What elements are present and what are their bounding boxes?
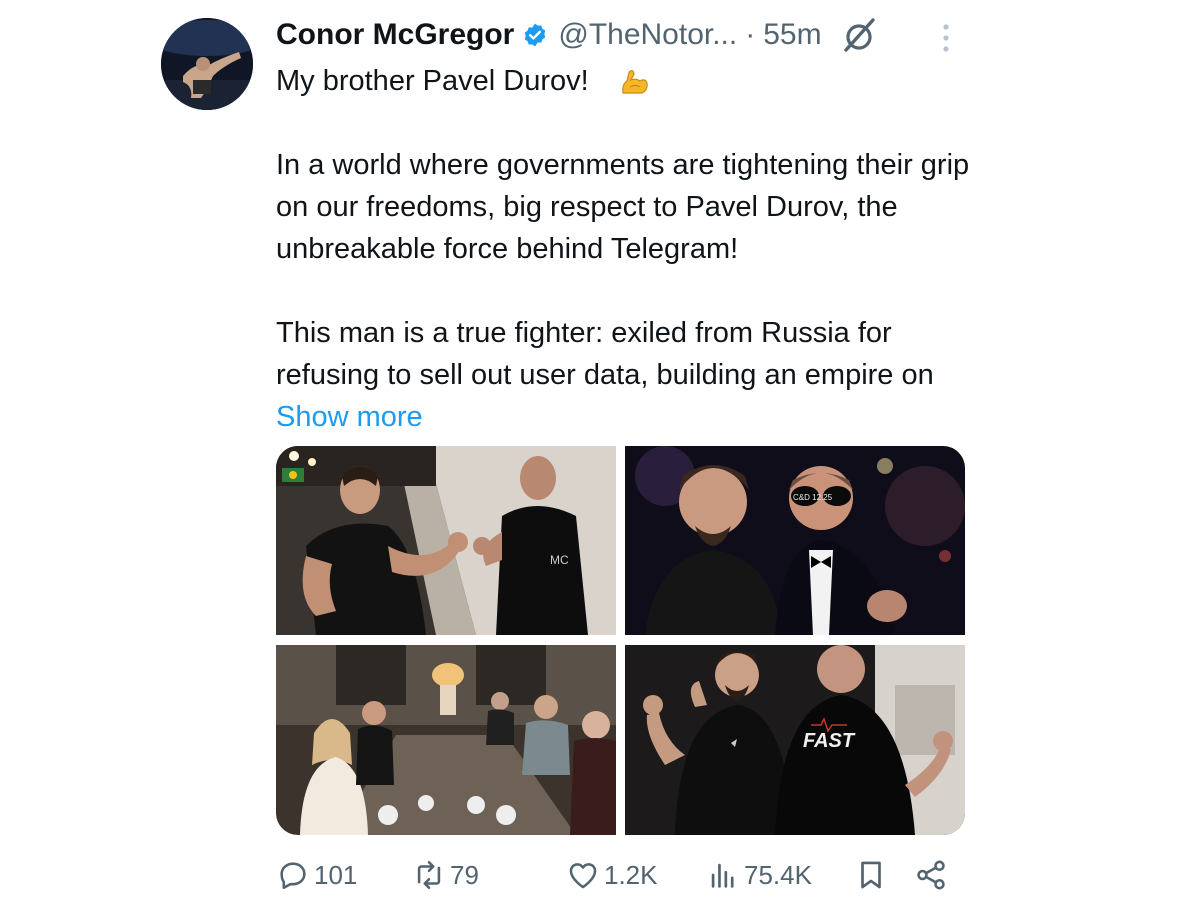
- photo-party-image: C&D 12.25: [625, 446, 965, 635]
- photo-shaka-image: FAST: [625, 645, 965, 835]
- photo-shaka-pose[interactable]: FAST: [625, 645, 965, 835]
- separator-dot: ·: [745, 18, 756, 51]
- bookmark-icon: [861, 861, 881, 889]
- author-avatar[interactable]: [161, 18, 253, 110]
- author-name[interactable]: Conor McGregor: [276, 18, 514, 52]
- like-button[interactable]: 1.2K: [566, 852, 658, 898]
- tweet-header: Conor McGregor @TheNotor... · 55m: [276, 14, 878, 56]
- author-handle[interactable]: @TheNotor...: [558, 18, 737, 52]
- bookmark-button[interactable]: [854, 852, 892, 898]
- photo-dinner-table[interactable]: [276, 645, 616, 835]
- flexed-biceps-icon: [622, 70, 648, 94]
- verified-badge-icon: [525, 23, 546, 47]
- repost-count: 79: [450, 859, 479, 890]
- views-count: 75.4K: [744, 859, 812, 890]
- like-count: 1.2K: [604, 859, 658, 890]
- shirt-text: FAST: [803, 730, 856, 752]
- action-bar: 101 79 1.2K 75.4K: [276, 852, 956, 898]
- reply-button[interactable]: 101: [276, 852, 357, 898]
- reply-icon: [280, 862, 306, 890]
- sunglasses-text: C&D 12.25: [793, 493, 833, 502]
- photo-dinner-image: [276, 645, 616, 835]
- photo-faceoff[interactable]: MC: [276, 446, 616, 635]
- repost-button[interactable]: 79: [412, 852, 479, 898]
- timestamp[interactable]: 55m: [763, 18, 821, 52]
- tweet-body: My brother Pavel Durov! In a world where…: [276, 60, 996, 438]
- reply-count: 101: [314, 859, 358, 890]
- repost-icon: [417, 860, 441, 890]
- share-icon: [917, 860, 945, 890]
- share-button[interactable]: [914, 852, 952, 898]
- avatar-image: [161, 18, 253, 110]
- tweet-text: My brother Pavel Durov! In a world where…: [276, 65, 970, 391]
- views-icon: [711, 863, 734, 888]
- like-icon: [569, 863, 597, 889]
- photo-faceoff-image: MC: [276, 446, 616, 635]
- photo-party-selfie[interactable]: C&D 12.25: [625, 446, 965, 635]
- more-options-icon[interactable]: [936, 22, 956, 54]
- media-grid: MC C&D 12.25 FAST: [276, 446, 965, 835]
- grok-icon[interactable]: [840, 16, 878, 54]
- views-button[interactable]: 75.4K: [706, 852, 812, 898]
- show-more-link[interactable]: Show more: [276, 401, 423, 433]
- shirt-label: MC: [550, 553, 569, 567]
